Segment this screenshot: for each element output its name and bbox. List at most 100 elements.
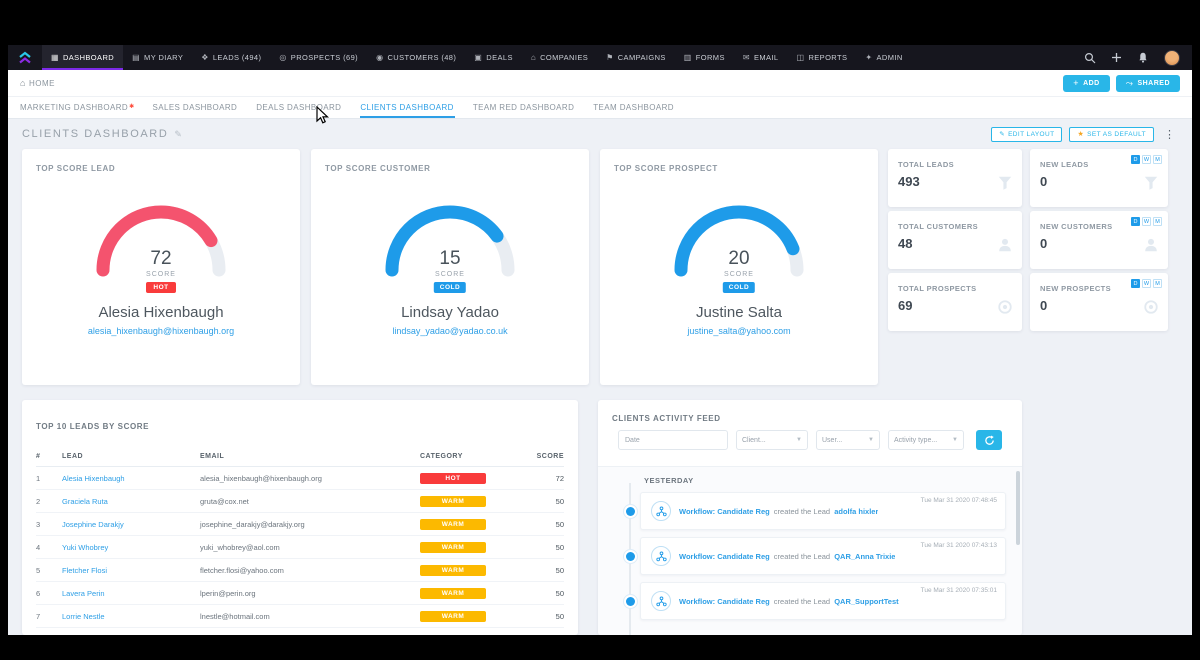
tab-label: SALES DASHBOARD — [153, 103, 238, 112]
lead-name-link[interactable]: Alesia Hixenbaugh — [62, 474, 125, 483]
dashboard-tab[interactable]: CLIENTS DASHBOARD — [360, 98, 454, 118]
kebab-menu-icon[interactable]: ⋮ — [1161, 128, 1178, 141]
scrollbar-thumb[interactable] — [1016, 471, 1020, 545]
nav-item[interactable]: ▤ MY DIARY — [123, 45, 192, 70]
dashboard-tab[interactable]: TEAM DASHBOARD — [593, 98, 675, 118]
nav-item[interactable]: ⚑ CAMPAIGNS — [597, 45, 675, 70]
activity-filters: Client... ▼ User... ▼ Activity type... ▼ — [618, 430, 1002, 450]
activity-actor-link[interactable]: Workflow: Candidate Reg — [679, 597, 770, 606]
activity-entry[interactable]: Workflow: Candidate Reg created the Lead… — [640, 492, 1006, 530]
activity-target-link[interactable]: QAR_Anna Trixie — [834, 552, 895, 561]
dashboard-tab[interactable]: MARKETING DASHBOARD✱ — [20, 98, 135, 118]
nav-item[interactable]: ◉ CUSTOMERS (48) — [367, 45, 465, 70]
gauge-score-label: SCORE — [600, 271, 878, 278]
activity-actor-link[interactable]: Workflow: Candidate Reg — [679, 507, 770, 516]
nav-item[interactable]: ⌂ COMPANIES — [522, 45, 597, 70]
deals-icon: ▣ — [474, 53, 482, 62]
contact-email-link[interactable]: lindsay_yadao@yadao.co.uk — [311, 326, 589, 336]
stat-card: NEW CUSTOMERS 0 DWM — [1030, 211, 1168, 269]
lead-name-link[interactable]: Fletcher Flosi — [62, 566, 107, 575]
lead-name-link[interactable]: Lorrie Nestle — [62, 612, 105, 621]
lead-name-link[interactable]: Graciela Ruta — [62, 497, 108, 506]
nav-item[interactable]: ✉ EMAIL — [734, 45, 788, 70]
category-badge: WARM — [420, 519, 486, 530]
stat-card: TOTAL LEADS 493 — [888, 149, 1022, 207]
nav-item[interactable]: ▦ DASHBOARD — [42, 45, 123, 70]
edit-layout-button[interactable]: ✎ EDIT LAYOUT — [991, 127, 1062, 142]
activity-target-link[interactable]: adolfa hixler — [834, 507, 878, 516]
toggle-month[interactable]: M — [1153, 155, 1162, 164]
contact-email-link[interactable]: alesia_hixenbaugh@hixenbaugh.org — [22, 326, 300, 336]
toggle-week[interactable]: W — [1142, 217, 1151, 226]
dashboard-tab[interactable]: TEAM RED DASHBOARD — [473, 98, 575, 118]
nav-item[interactable]: ▣ DEALS — [465, 45, 522, 70]
add-button[interactable]: + ADD — [1063, 75, 1109, 92]
app-window: ▦ DASHBOARD ▤ MY DIARY ❖ LEADS (494) ◎ P… — [8, 45, 1192, 635]
dashboard-tabs: MARKETING DASHBOARD✱ SALES DASHBOARD DEA… — [8, 97, 1192, 119]
nav-item[interactable]: ❖ LEADS (494) — [192, 45, 270, 70]
nav-item-label: FORMS — [696, 53, 725, 62]
lead-name-link[interactable]: Josephine Darakjy — [62, 520, 124, 529]
category-badge: WARM — [420, 565, 486, 576]
refresh-button[interactable] — [976, 430, 1002, 450]
edit-title-icon[interactable]: ✎ — [174, 129, 182, 140]
search-icon[interactable] — [1084, 52, 1096, 64]
breadcrumb[interactable]: ⌂ HOME — [20, 78, 55, 88]
toggle-day[interactable]: D — [1131, 155, 1140, 164]
add-quick-icon[interactable] — [1111, 52, 1122, 63]
date-filter-input[interactable] — [618, 430, 728, 450]
toggle-day[interactable]: D — [1131, 279, 1140, 288]
toggle-day[interactable]: D — [1131, 217, 1140, 226]
period-toggles: DWM — [1131, 217, 1162, 226]
lead-score: 50 — [516, 513, 564, 536]
lead-email: gruta@cox.net — [200, 490, 420, 513]
nav-item[interactable]: ◫ REPORTS — [787, 45, 856, 70]
client-filter-select[interactable]: Client... ▼ — [736, 430, 808, 450]
funnel-icon — [997, 175, 1013, 196]
toggle-month[interactable]: M — [1153, 279, 1162, 288]
activity-timestamp: Tue Mar 31 2020 07:35:01 — [921, 587, 997, 594]
row-number: 2 — [36, 490, 62, 513]
user-filter-select[interactable]: User... ▼ — [816, 430, 880, 450]
app-logo[interactable] — [8, 45, 42, 70]
lead-name-link[interactable]: Lavera Perin — [62, 589, 105, 598]
activity-action: created the Lead — [774, 552, 830, 561]
nav-item[interactable]: ◎ PROSPECTS (69) — [270, 45, 367, 70]
set-default-button[interactable]: ★ SET AS DEFAULT — [1069, 127, 1154, 142]
dashboard-tab[interactable]: DEALS DASHBOARD — [256, 98, 342, 118]
target-icon — [997, 299, 1013, 320]
notifications-bell-icon[interactable] — [1137, 51, 1149, 64]
top-score-card: TOP SCORE PROSPECT 20 SCORE COLD Justine… — [600, 149, 878, 385]
category-badge: HOT — [420, 473, 486, 484]
plus-icon: + — [1073, 78, 1079, 88]
contact-email-link[interactable]: justine_salta@yahoo.com — [600, 326, 878, 336]
campaigns-icon: ⚑ — [606, 53, 614, 62]
user-avatar[interactable] — [1164, 50, 1180, 66]
activity-entry[interactable]: Workflow: Candidate Reg created the Lead… — [640, 537, 1006, 575]
lead-email: lperin@perin.org — [200, 582, 420, 605]
toggle-month[interactable]: M — [1153, 217, 1162, 226]
nav-item-label: EMAIL — [754, 53, 779, 62]
toggle-week[interactable]: W — [1142, 279, 1151, 288]
nav-item[interactable]: ▥ FORMS — [675, 45, 734, 70]
dashboard-tab[interactable]: SALES DASHBOARD — [153, 98, 239, 118]
tab-label: TEAM DASHBOARD — [593, 103, 674, 112]
shared-button[interactable]: ⤳ SHARED — [1116, 75, 1180, 92]
activity-target-link[interactable]: QAR_SupportTest — [834, 597, 898, 606]
toggle-week[interactable]: W — [1142, 155, 1151, 164]
activity-type-filter-select[interactable]: Activity type... ▼ — [888, 430, 964, 450]
tab-label: CLIENTS DASHBOARD — [360, 103, 453, 112]
stat-card: TOTAL CUSTOMERS 48 — [888, 211, 1022, 269]
new-stats-column: NEW LEADS 0 DWM NEW CUSTOMERS 0 DWM NEW … — [1030, 149, 1168, 331]
nav-item[interactable]: ✦ ADMIN — [856, 45, 911, 70]
contact-name: Alesia Hixenbaugh — [22, 304, 300, 321]
star-icon: ★ — [1077, 130, 1084, 138]
breadcrumb-home-label: HOME — [29, 79, 55, 88]
col-header-email: EMAIL — [200, 448, 420, 467]
activity-entry[interactable]: Workflow: Candidate Reg created the Lead… — [640, 582, 1006, 620]
funnel-icon — [1143, 175, 1159, 196]
stat-value: 69 — [898, 298, 912, 313]
activity-actor-link[interactable]: Workflow: Candidate Reg — [679, 552, 770, 561]
lead-name-link[interactable]: Yuki Whobrey — [62, 543, 108, 552]
dashboard-icon: ▦ — [51, 53, 59, 62]
